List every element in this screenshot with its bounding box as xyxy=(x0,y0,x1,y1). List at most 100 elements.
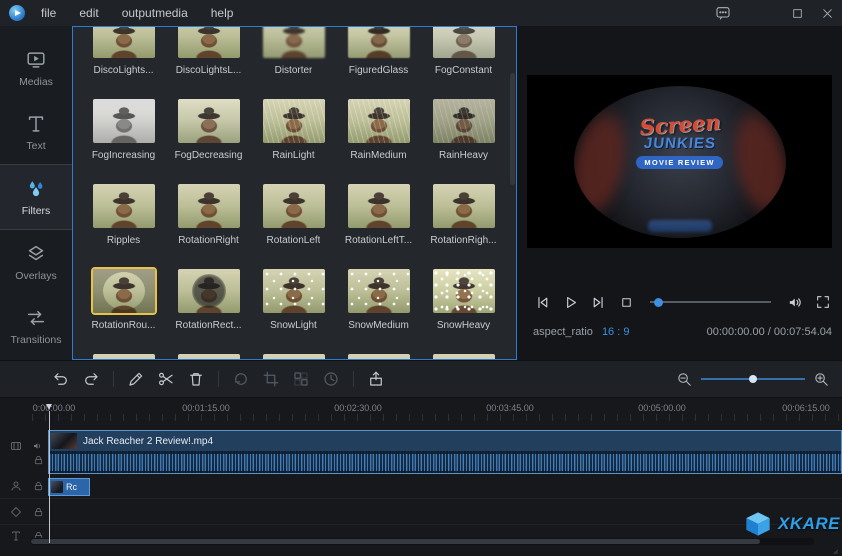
sidebar-item-label: Filters xyxy=(22,205,51,217)
filter-thumbnail xyxy=(93,99,155,143)
zoom-slider-handle[interactable] xyxy=(749,375,757,383)
redo-button[interactable] xyxy=(81,369,101,389)
menu-outputmedia[interactable]: outputmedia xyxy=(120,4,190,22)
filter-item[interactable]: SnowMedium xyxy=(336,269,421,354)
zoom-out-icon[interactable] xyxy=(676,371,693,388)
sidebar-item-label: Medias xyxy=(19,76,53,88)
filter-label: RotationRect... xyxy=(175,320,241,331)
timeline-scrollbar[interactable] xyxy=(30,538,814,545)
menu-edit[interactable]: edit xyxy=(77,4,100,22)
track-lock-icon[interactable] xyxy=(32,480,44,492)
zoom-in-icon[interactable] xyxy=(813,371,830,388)
window-controls xyxy=(708,0,842,26)
duration-clock-button[interactable] xyxy=(321,369,341,389)
toolbar xyxy=(0,360,842,398)
filter-label: RotationRigh... xyxy=(430,235,496,246)
track-lock-icon[interactable] xyxy=(32,506,44,518)
export-button[interactable] xyxy=(366,369,386,389)
sidebar-item-filters[interactable]: Filters xyxy=(0,164,72,230)
filter-item[interactable]: FogConstant xyxy=(421,26,506,99)
feedback-chat-icon[interactable] xyxy=(708,0,738,26)
timeline-scrollbar-thumb[interactable] xyxy=(31,539,760,544)
text-icon xyxy=(25,113,47,135)
sidebar-item-label: Overlays xyxy=(15,270,56,282)
stop-button[interactable] xyxy=(617,293,635,311)
filter-item[interactable]: RotationLeftT... xyxy=(336,184,421,269)
filter-label: RotationRight xyxy=(178,235,239,246)
seek-handle[interactable] xyxy=(654,298,663,307)
filter-label: Ripples xyxy=(107,235,140,246)
overlay-clip[interactable]: Rc xyxy=(48,478,90,496)
crop-button[interactable] xyxy=(261,369,281,389)
aspect-ratio-label: aspect_ratio xyxy=(533,326,593,338)
play-button[interactable] xyxy=(561,293,579,311)
overlays-icon xyxy=(25,243,47,265)
filter-label: DiscoLights... xyxy=(93,65,153,76)
playhead[interactable] xyxy=(49,411,50,543)
track-lock-icon[interactable] xyxy=(32,454,44,466)
video-track-icon xyxy=(10,440,22,452)
timeline-ruler[interactable] xyxy=(32,414,842,421)
close-button[interactable] xyxy=(812,0,842,26)
delete-trash-button[interactable] xyxy=(186,369,206,389)
filter-item[interactable]: Ripples xyxy=(81,184,166,269)
filter-item[interactable]: SnowLight xyxy=(251,269,336,354)
sidebar-item-overlays[interactable]: Overlays xyxy=(0,230,72,294)
sidebar-item-text[interactable]: Text xyxy=(0,100,72,164)
ruler-label: 00:03:45.00 xyxy=(486,403,534,413)
track-mute-icon[interactable] xyxy=(32,440,44,452)
zoom-slider[interactable] xyxy=(701,378,805,380)
filter-item[interactable]: DiscoLightsL... xyxy=(166,26,251,99)
sidebar-item-transitions[interactable]: Transitions xyxy=(0,294,72,358)
edit-pencil-button[interactable] xyxy=(126,369,146,389)
filter-item[interactable]: RainLight xyxy=(251,99,336,184)
filter-item[interactable]: RainHeavy xyxy=(421,99,506,184)
filter-item[interactable]: RotationRigh... xyxy=(421,184,506,269)
filter-item[interactable]: Distorter xyxy=(251,26,336,99)
filter-label: FiguredGlass xyxy=(349,65,408,76)
rotate-button[interactable] xyxy=(231,369,251,389)
filters-scrollbar[interactable] xyxy=(510,73,515,185)
filter-item[interactable]: FogIncreasing xyxy=(81,99,166,184)
menu-file[interactable]: file xyxy=(39,4,58,22)
filter-label: FogIncreasing xyxy=(92,150,155,161)
filter-item[interactable]: FogDecreasing xyxy=(166,99,251,184)
step-forward-button[interactable] xyxy=(589,293,607,311)
undo-button[interactable] xyxy=(51,369,71,389)
timecode: 00:00:00.00 / 00:07:54.04 xyxy=(707,326,832,338)
menu-help[interactable]: help xyxy=(209,4,236,22)
mosaic-button[interactable] xyxy=(291,369,311,389)
filter-label: SnowMedium xyxy=(348,320,409,331)
seek-slider[interactable] xyxy=(650,301,771,303)
timeline: 0:00:00.00 00:01:15.00 00:02:30.00 00:03… xyxy=(0,398,842,556)
text-track-icon xyxy=(10,530,22,542)
filter-label: RotationLeft xyxy=(267,235,321,246)
filter-thumbnail xyxy=(348,269,410,313)
video-clip[interactable]: Jack Reacher 2 Review!.mp4 xyxy=(48,430,842,474)
filter-thumbnail xyxy=(263,99,325,143)
maximize-button[interactable] xyxy=(782,0,812,26)
step-back-button[interactable] xyxy=(533,293,551,311)
filter-thumbnail xyxy=(178,26,240,58)
fullscreen-button[interactable] xyxy=(814,293,832,311)
filter-item[interactable]: DiscoLights... xyxy=(81,26,166,99)
split-scissors-button[interactable] xyxy=(156,369,176,389)
filter-item[interactable]: RotationLeft xyxy=(251,184,336,269)
preview-status-bar: aspect_ratio 16 : 9 00:00:00.00 / 00:07:5… xyxy=(533,326,832,338)
filter-item-selected[interactable]: RotationRou... xyxy=(81,269,166,354)
filter-thumbnail xyxy=(433,269,495,313)
aspect-ratio-value[interactable]: 16 : 9 xyxy=(602,326,630,338)
filter-item[interactable]: RotationRight xyxy=(166,184,251,269)
volume-icon[interactable] xyxy=(786,293,804,311)
sidebar-item-medias[interactable]: Medias xyxy=(0,36,72,100)
filter-item[interactable]: SnowHeavy xyxy=(421,269,506,354)
filter-label: FogDecreasing xyxy=(175,150,243,161)
filter-item[interactable]: RainMedium xyxy=(336,99,421,184)
filter-item[interactable]: FiguredGlass xyxy=(336,26,421,99)
resize-grip[interactable] xyxy=(828,544,839,555)
filter-item[interactable]: RotationRect... xyxy=(166,269,251,354)
filters-grid: DiscoLights... DiscoLightsL... Distorter… xyxy=(81,26,506,360)
logo-line-3: MOVIE REVIEW xyxy=(636,156,722,169)
pip-track-icon xyxy=(10,480,22,492)
filter-thumbnail xyxy=(433,184,495,228)
